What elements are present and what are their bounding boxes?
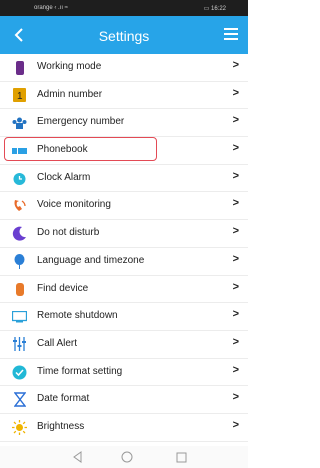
chevron-right-icon: >: [232, 280, 239, 293]
home-nav-button[interactable]: [121, 450, 133, 468]
chevron-right-icon: >: [232, 335, 239, 348]
back-nav-button[interactable]: [72, 450, 82, 468]
chevron-right-icon: >: [232, 86, 239, 99]
selection-highlight: [4, 137, 157, 161]
setting-language-timezone[interactable]: Language and timezone >: [0, 248, 248, 276]
chevron-right-icon: >: [232, 418, 239, 431]
battery-time: ▭ 16:22: [203, 6, 226, 12]
recents-nav-button[interactable]: [176, 450, 187, 468]
setting-voice-monitoring[interactable]: Voice monitoring >: [0, 192, 248, 221]
status-bar: orange ‹ .ıı ≈ ▭ 16:22: [0, 0, 248, 16]
menu-button[interactable]: [224, 28, 238, 40]
setting-remote-shutdown[interactable]: Remote shutdown >: [0, 303, 248, 331]
hourglass-icon: [12, 392, 27, 407]
chevron-right-icon: >: [232, 169, 239, 182]
setting-working-mode[interactable]: Working mode >: [0, 54, 248, 82]
carrier-signal: orange ‹ .ıı ≈: [34, 5, 68, 11]
setting-brightness[interactable]: Brightness >: [0, 414, 248, 442]
setting-do-not-disturb[interactable]: Do not disturb >: [0, 220, 248, 248]
chevron-right-icon: >: [232, 391, 239, 404]
setting-call-alert[interactable]: Call Alert >: [0, 331, 248, 359]
time-check-icon: [12, 365, 27, 380]
screen-icon: [12, 309, 27, 324]
square-recents-icon: [176, 452, 187, 463]
chevron-right-icon: >: [232, 363, 239, 376]
chevron-right-icon: >: [232, 142, 239, 155]
page-title: Settings: [98, 28, 150, 44]
number-one-icon: 1: [12, 88, 27, 103]
app-bar: Settings: [0, 16, 248, 54]
moon-icon: [12, 226, 27, 241]
chevron-right-icon: >: [232, 308, 239, 321]
alarm-clock-icon: [12, 171, 27, 186]
setting-clock-alarm[interactable]: Clock Alarm >: [0, 165, 248, 193]
setting-time-format[interactable]: Time format setting >: [0, 359, 248, 387]
chevron-right-icon: >: [232, 114, 239, 127]
device-icon: [12, 282, 27, 297]
phone-icon: [12, 60, 27, 75]
chevron-right-icon: >: [232, 59, 239, 71]
setting-admin-number[interactable]: 1 Admin number >: [0, 82, 248, 110]
balloon-icon: [12, 253, 27, 269]
settings-list: Working mode > 1 Admin number > Emergenc…: [0, 54, 248, 442]
chevron-right-icon: >: [232, 252, 239, 265]
chevron-right-icon: >: [232, 225, 239, 238]
circle-home-icon: [121, 451, 133, 463]
svg-text:1: 1: [17, 91, 23, 102]
setting-emergency-number[interactable]: Emergency number >: [0, 109, 248, 138]
sun-icon: [12, 419, 27, 435]
triangle-back-icon: [73, 451, 82, 463]
setting-find-device[interactable]: Find device >: [0, 276, 248, 304]
menu-icon: [224, 28, 238, 30]
system-nav-bar: [0, 446, 248, 468]
sliders-icon: [12, 337, 27, 352]
people-icon: [12, 115, 27, 130]
monitoring-icon: [12, 198, 27, 213]
chevron-right-icon: >: [232, 197, 239, 210]
setting-date-format[interactable]: Date format >: [0, 386, 248, 414]
